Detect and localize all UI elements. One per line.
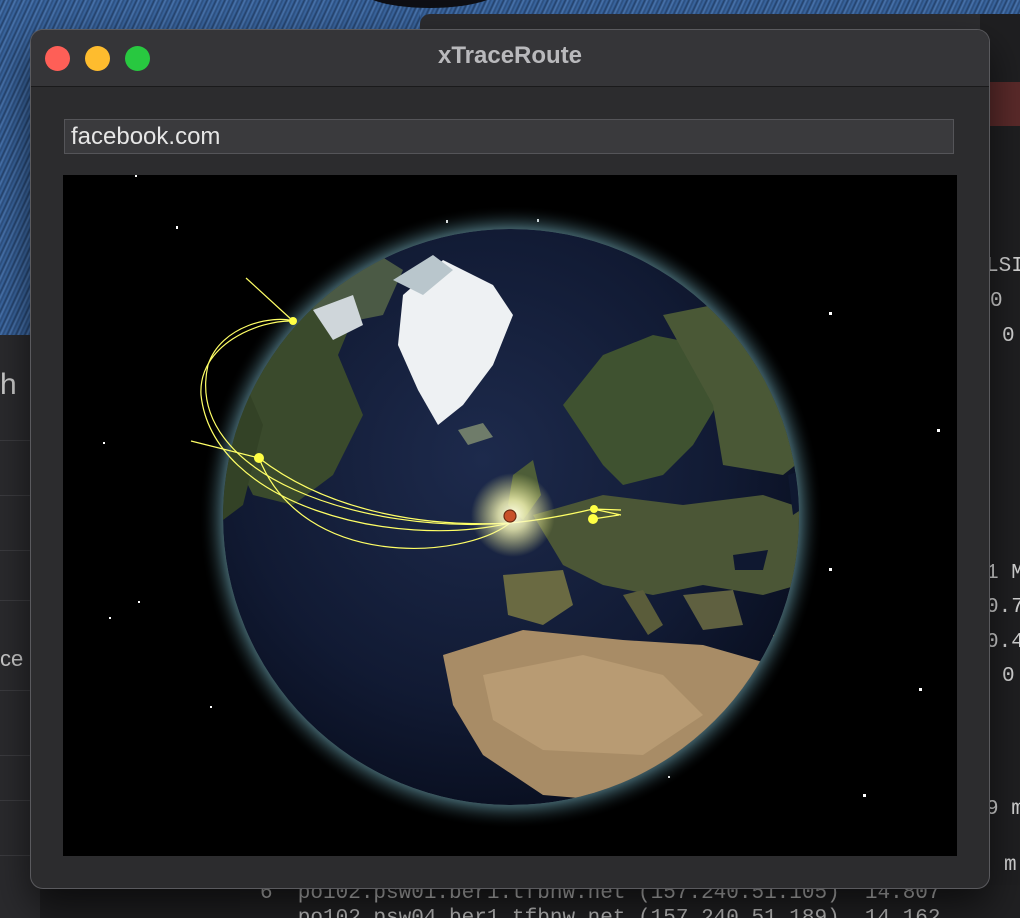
background-window-label: ce (0, 646, 24, 671)
terminal-fragment: 0 (990, 290, 1003, 313)
hop-marker (590, 505, 598, 513)
xtraceroute-window[interactable]: xTraceRoute (31, 30, 989, 888)
terminal-line: po102.psw04.ber1.tfbnw.net (157.240.51.1… (260, 907, 941, 918)
terminal-fragment: m (1004, 854, 1017, 877)
hop-marker (254, 453, 264, 463)
terminal-fragment: 1 M (986, 562, 1020, 585)
hop-marker (289, 317, 297, 325)
host-input[interactable] (64, 119, 954, 154)
window-titlebar[interactable]: xTraceRoute (31, 30, 989, 87)
window-title: xTraceRoute (437, 42, 583, 69)
terminal-fragment: 0.7 (986, 596, 1020, 619)
background-terminal-output: 6 po102.psw01.ber1.tfbnw.net (157.240.51… (240, 885, 1020, 918)
globe-canvas[interactable] (63, 175, 961, 856)
terminal-fragment: 0.4 (986, 631, 1020, 654)
globe-view[interactable] (63, 175, 961, 856)
terminal-fragment: 0 (1002, 665, 1015, 688)
background-window-accent (988, 82, 1020, 126)
background-window-label: h (0, 368, 17, 401)
origin-marker[interactable] (503, 509, 517, 523)
terminal-fragment: 9 m (986, 798, 1020, 821)
hop-marker (588, 514, 598, 524)
terminal-line: 6 po102.psw01.ber1.tfbnw.net (157.240.51… (260, 885, 941, 905)
terminal-fragment: LSI (986, 255, 1020, 278)
terminal-fragment: 0 (1002, 325, 1015, 348)
